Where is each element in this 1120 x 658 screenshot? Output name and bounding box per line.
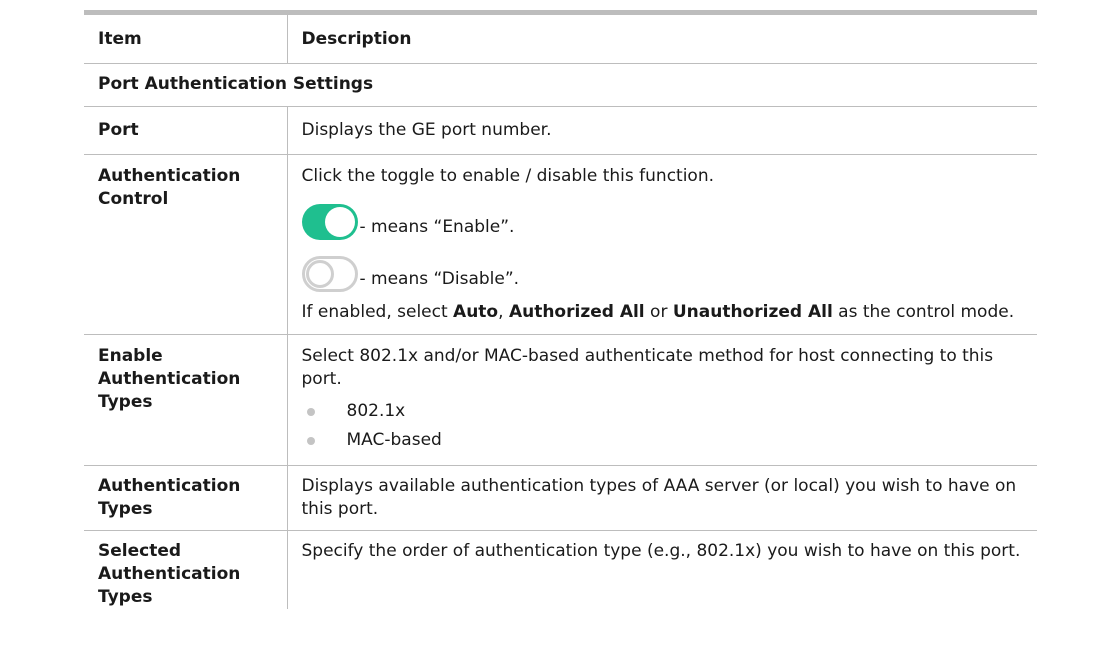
- auth-control-intro: Click the toggle to enable / disable thi…: [301, 166, 715, 186]
- description-authentication-types: Displays available authentication types …: [287, 465, 1037, 531]
- table-row: Selected Authentication Types Specify th…: [84, 530, 1037, 609]
- table-row: Enable Authentication Types Select 802.1…: [84, 334, 1037, 466]
- mode-auto: Auto: [453, 302, 499, 322]
- control-mode-note: If enabled, select Auto, Authorized All …: [301, 302, 1015, 322]
- section-title: Port Authentication Settings: [84, 63, 1037, 107]
- description-selected-authentication-types: Specify the order of authentication type…: [301, 541, 1021, 561]
- bullet-dot-icon: [306, 407, 315, 416]
- item-enable-authentication-types: Enable Authentication Types: [84, 334, 288, 466]
- mode-authorized-all: Authorized All: [508, 302, 645, 322]
- description-port: Displays the GE port number.: [287, 106, 1037, 155]
- enable-toggle-line: - means “Enable”.: [301, 194, 1024, 240]
- table-row: Port Displays the GE port number.: [84, 106, 1037, 155]
- settings-table: Item Description Port Authentication Set…: [84, 10, 1037, 609]
- table-row: Authentication Control Click the toggle …: [84, 154, 1037, 335]
- item-selected-authentication-types: Selected Authentication Types: [84, 530, 288, 609]
- auth-method-list: 802.1x MAC-based: [302, 397, 1024, 455]
- enable-types-text: Select 802.1x and/or MAC-based authentic…: [301, 346, 994, 389]
- disable-toggle-line: - means “Disable”.: [301, 246, 1024, 292]
- bullet-dot-icon: [306, 436, 315, 445]
- item-authentication-control: Authentication Control: [84, 154, 288, 335]
- mode-unauthorized-all: Unauthorized All: [672, 302, 833, 322]
- disable-meaning: - means “Disable”.: [359, 269, 520, 289]
- description-authentication-control: Click the toggle to enable / disable thi…: [287, 154, 1037, 335]
- header-description: Description: [287, 10, 1037, 64]
- toggle-on-icon: [301, 204, 358, 240]
- description-enable-authentication-types: Select 802.1x and/or MAC-based authentic…: [287, 334, 1037, 466]
- section-row: Port Authentication Settings: [84, 63, 1037, 107]
- enable-meaning: - means “Enable”.: [359, 217, 515, 237]
- item-authentication-types: Authentication Types: [84, 465, 288, 531]
- list-item: MAC-based: [302, 426, 1024, 455]
- table-row: Authentication Types Displays available …: [84, 465, 1037, 531]
- toggle-off-icon: [301, 256, 358, 292]
- item-port: Port: [84, 106, 288, 155]
- header-item: Item: [84, 10, 288, 64]
- list-item: 802.1x: [302, 397, 1024, 426]
- table-header: Item Description: [84, 10, 1037, 64]
